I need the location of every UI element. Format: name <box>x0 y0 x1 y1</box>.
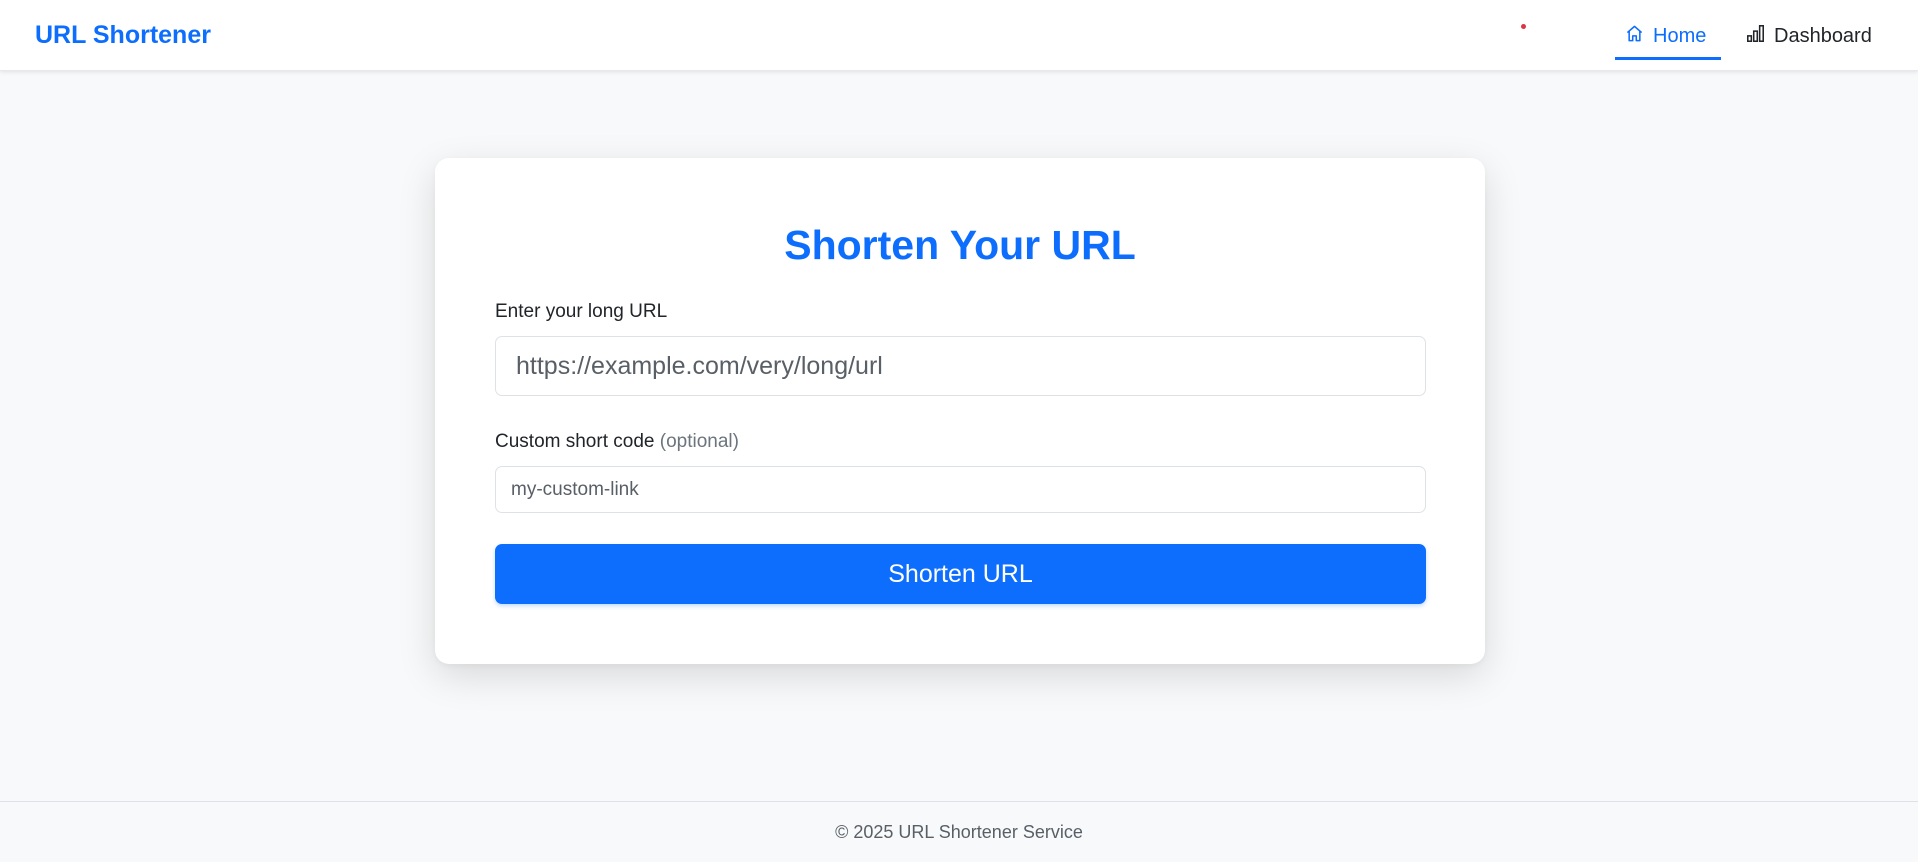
url-label: Enter your long URL <box>495 301 668 322</box>
home-icon <box>1625 24 1644 49</box>
short-code-input[interactable] <box>495 466 1426 513</box>
bar-chart-icon <box>1746 24 1765 49</box>
short-code-label: Custom short code (optional) <box>495 430 739 454</box>
nav-home[interactable]: Home <box>1615 12 1721 60</box>
brand-link[interactable]: URL Shortener <box>35 20 211 50</box>
nav-home-label: Home <box>1653 25 1707 47</box>
status-dot <box>1521 24 1526 29</box>
short-code-label-text: Custom short code <box>495 431 655 452</box>
shorten-card: Shorten Your URL Enter your long URL Cus… <box>435 158 1485 664</box>
url-input[interactable] <box>495 336 1426 396</box>
nav-dashboard-label: Dashboard <box>1774 25 1872 47</box>
footer-text: © 2025 URL Shortener Service <box>835 822 1083 842</box>
shorten-url-button[interactable]: Shorten URL <box>495 544 1426 604</box>
page-title: Shorten Your URL <box>784 222 1136 268</box>
navbar: URL Shortener Home Dashboard <box>0 0 1918 71</box>
footer: © 2025 URL Shortener Service <box>0 801 1918 862</box>
optional-hint: (optional) <box>659 431 739 452</box>
nav-dashboard[interactable]: Dashboard <box>1736 12 1886 60</box>
